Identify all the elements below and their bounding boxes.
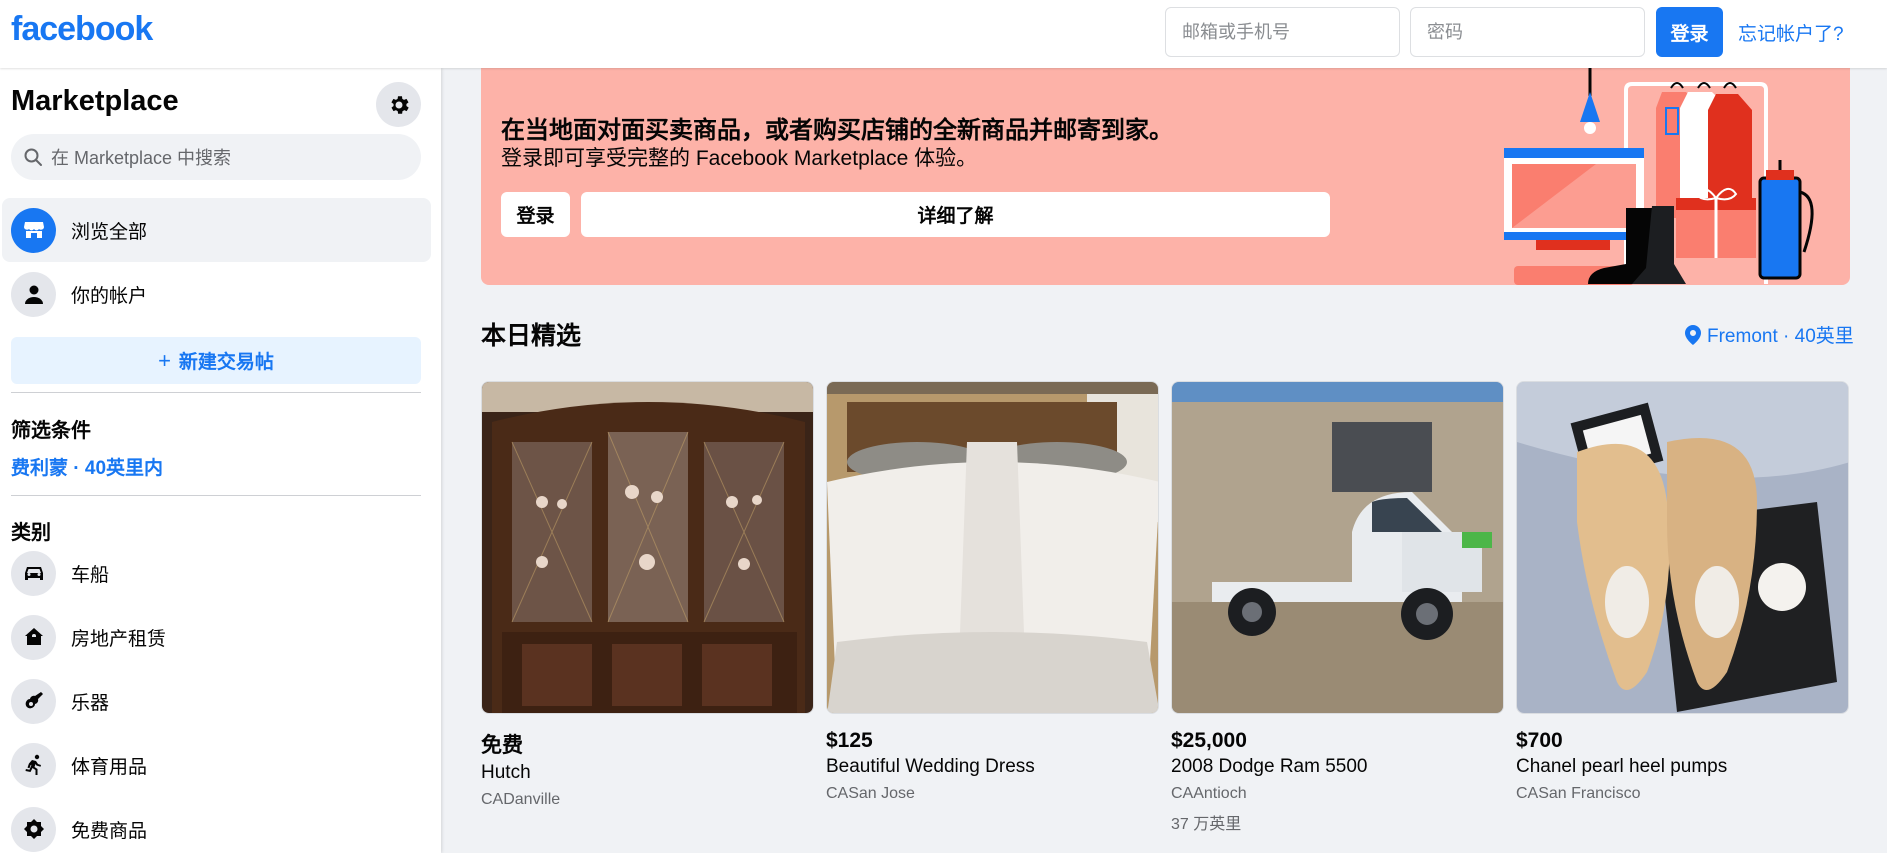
listing-photo[interactable]: [826, 381, 1159, 714]
category-free[interactable]: 免费商品: [0, 797, 441, 853]
create-listing-button[interactable]: + 新建交易帖: [11, 337, 421, 384]
listing-card[interactable]: $25,000 2008 Dodge Ram 5500 CAAntioch 37…: [1171, 381, 1504, 834]
nav-your-account[interactable]: 你的帐户: [0, 262, 441, 326]
marketplace-search[interactable]: 在 Marketplace 中搜索: [11, 134, 421, 180]
listing-location: CAAntioch: [1171, 785, 1247, 802]
listing-title: 2008 Dodge Ram 5500: [1171, 756, 1368, 777]
free-tag-icon: [11, 806, 56, 852]
location-filter[interactable]: 费利蒙 · 40英里内: [11, 453, 163, 480]
category-vehicles[interactable]: 车船: [0, 541, 441, 605]
login-promo-banner: 在当地面对面买卖商品，或者购买店铺的全新商品并邮寄到家。 登录即可享受完整的 F…: [481, 68, 1850, 285]
running-icon: [11, 742, 56, 788]
listing-location: CADanville: [481, 791, 561, 808]
search-icon: [24, 148, 42, 166]
forgot-account-link[interactable]: 忘记帐户了?: [1738, 19, 1844, 46]
listing-mileage: 37 万英里: [1171, 816, 1242, 833]
location-pin-icon: [1685, 324, 1701, 345]
listing-photo[interactable]: [481, 381, 814, 714]
divider: [11, 392, 421, 393]
listing-card[interactable]: $700 Chanel pearl heel pumps CASan Franc…: [1516, 381, 1849, 803]
nav-label: 你的帐户: [71, 285, 148, 307]
banner-title: 在当地面对面买卖商品，或者购买店铺的全新商品并邮寄到家。: [501, 117, 1173, 144]
listing-price: 免费: [481, 734, 523, 757]
category-label: 免费商品: [71, 820, 148, 842]
category-label: 车船: [71, 564, 110, 586]
storefront-icon: [11, 207, 56, 253]
listing-title: Hutch: [481, 762, 531, 783]
banner-subtitle: 登录即可享受完整的 Facebook Marketplace 体验。: [501, 147, 978, 170]
divider: [11, 495, 421, 496]
category-sporting-goods[interactable]: 体育用品: [0, 733, 441, 797]
category-label: 体育用品: [71, 756, 148, 778]
listing-title: Beautiful Wedding Dress: [826, 756, 1035, 777]
plus-icon: +: [158, 347, 171, 373]
listing-card[interactable]: 免费 Hutch CADanville: [481, 381, 814, 809]
user-icon: [11, 271, 56, 317]
category-label: 乐器: [71, 692, 110, 714]
listing-photo[interactable]: [1516, 381, 1849, 714]
facebook-logo[interactable]: facebook: [11, 10, 153, 49]
filters-heading: 筛选条件: [11, 420, 91, 442]
gear-icon: [390, 95, 409, 114]
settings-button[interactable]: [376, 82, 421, 127]
banner-login-button[interactable]: 登录: [501, 192, 570, 237]
section-title: 本日精选: [481, 322, 582, 350]
sidebar-title: Marketplace: [11, 85, 179, 117]
email-field[interactable]: [1165, 7, 1400, 57]
listing-location: CASan Francisco: [1516, 785, 1641, 802]
create-listing-label: 新建交易帖: [178, 352, 274, 373]
listing-photo[interactable]: [1171, 381, 1504, 714]
car-icon: [11, 550, 56, 596]
learn-more-button[interactable]: 详细了解: [581, 192, 1330, 237]
listing-price: $700: [1516, 729, 1563, 752]
password-field[interactable]: [1410, 7, 1645, 57]
nav-label: 浏览全部: [71, 221, 148, 243]
category-label: 房地产租赁: [71, 628, 167, 650]
house-icon: [11, 614, 56, 660]
listing-location: CASan Jose: [826, 785, 915, 802]
nav-browse-all[interactable]: 浏览全部: [2, 198, 431, 262]
listing-title: Chanel pearl heel pumps: [1516, 756, 1728, 777]
guitar-icon: [11, 678, 56, 724]
top-bar: facebook 登录 忘记帐户了?: [0, 0, 1887, 68]
location-link[interactable]: Fremont · 40英里: [1685, 321, 1854, 348]
category-property-rentals[interactable]: 房地产租赁: [0, 605, 441, 669]
listing-price: $125: [826, 729, 873, 752]
category-instruments[interactable]: 乐器: [0, 669, 441, 733]
search-placeholder: 在 Marketplace 中搜索: [51, 148, 232, 168]
login-button[interactable]: 登录: [1656, 7, 1723, 57]
sidebar: Marketplace 在 Marketplace 中搜索 浏览全部 你的帐户: [0, 68, 441, 853]
location-label: Fremont · 40英里: [1707, 326, 1854, 347]
marketplace-illustration: [1504, 68, 1814, 285]
listing-price: $25,000: [1171, 729, 1247, 752]
listing-card[interactable]: $125 Beautiful Wedding Dress CASan Jose: [826, 381, 1159, 803]
